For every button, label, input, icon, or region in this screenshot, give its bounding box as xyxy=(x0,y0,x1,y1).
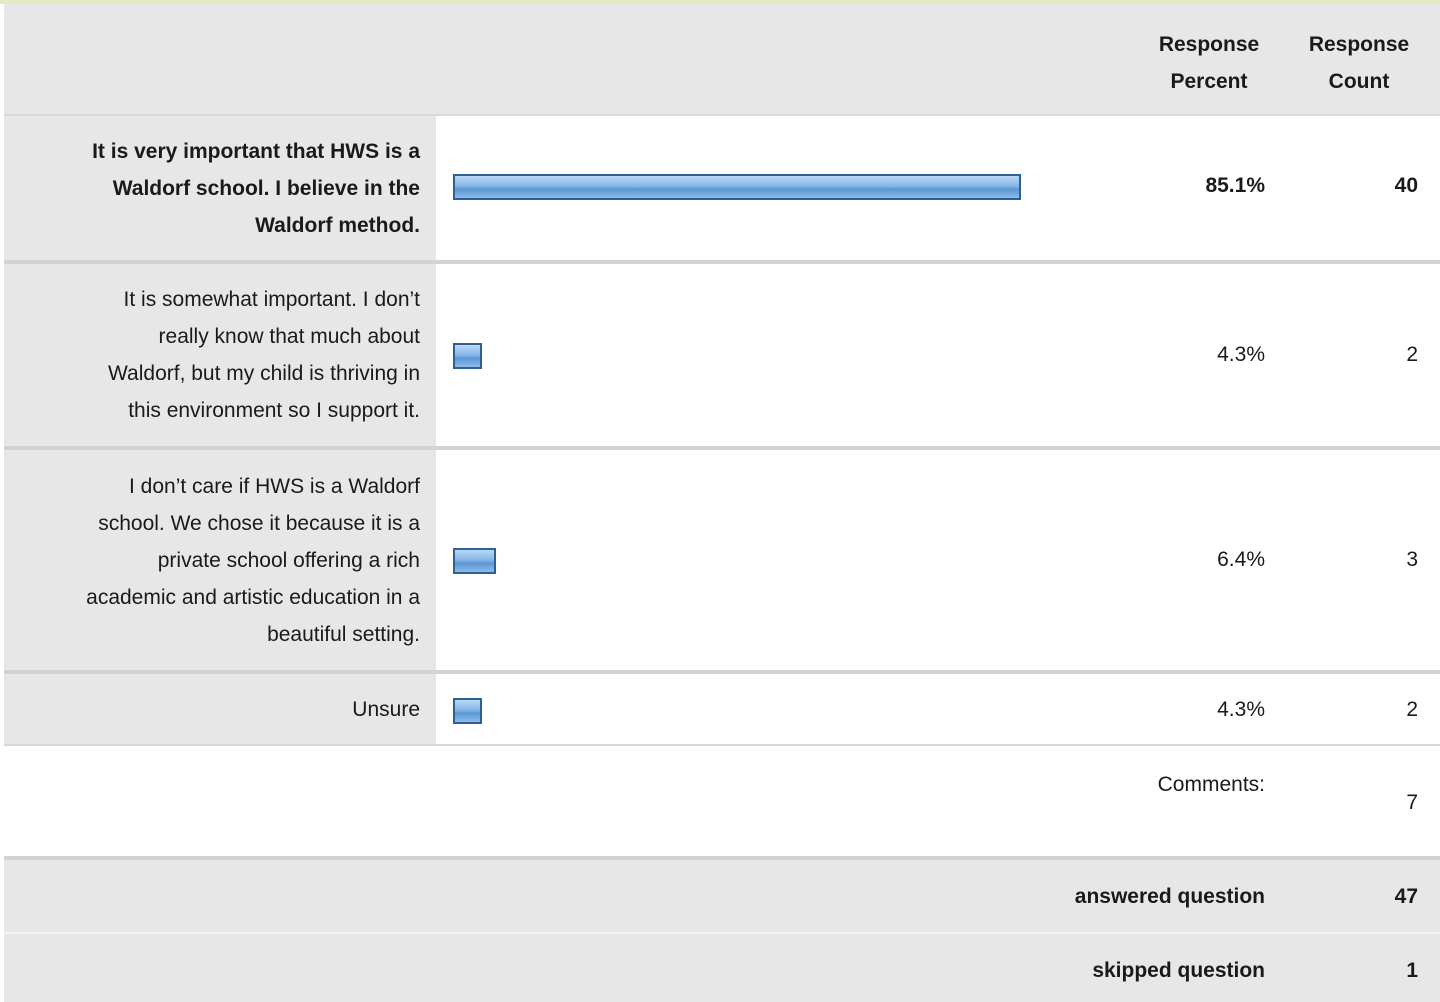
response-percent-header: Response Percent xyxy=(1158,33,1260,93)
answer-label: I don’t care if HWS is a Waldorf school.… xyxy=(86,474,420,646)
answered-question-row: answered question 47 xyxy=(4,860,1440,932)
bar-cell: 4.3% 2 xyxy=(436,264,1440,446)
bar-cell: 85.1% 40 xyxy=(436,116,1440,260)
response-count: 2 xyxy=(1406,698,1418,721)
response-count-header: Response Count xyxy=(1308,33,1410,93)
answer-row: It is somewhat important. I don’t really… xyxy=(4,264,1440,446)
response-bar xyxy=(453,174,1021,200)
answer-row: It is very important that HWS is a Waldo… xyxy=(4,116,1440,260)
answer-label: It is somewhat important. I don’t really… xyxy=(108,288,420,422)
skipped-question-row: skipped question 1 xyxy=(4,934,1440,1002)
response-count: 40 xyxy=(1394,174,1418,197)
response-percent: 6.4% xyxy=(1217,548,1265,571)
answer-label: It is very important that HWS is a Waldo… xyxy=(92,139,420,237)
response-count: 3 xyxy=(1406,548,1418,571)
response-bar xyxy=(453,343,482,369)
answered-question-count: 47 xyxy=(1394,885,1418,908)
response-percent: 4.3% xyxy=(1217,343,1265,366)
response-percent: 85.1% xyxy=(1205,174,1265,197)
answer-label: Unsure xyxy=(352,697,420,721)
table-header: Response Percent Response Count xyxy=(4,4,1440,114)
response-percent: 4.3% xyxy=(1217,698,1265,721)
response-bar xyxy=(453,548,496,574)
bar-cell: 6.4% 3 xyxy=(436,450,1440,670)
response-count: 2 xyxy=(1406,343,1418,366)
comments-count: 7 xyxy=(1406,791,1418,814)
skipped-question-count: 1 xyxy=(1406,959,1418,982)
comments-label: Comments: xyxy=(1157,773,1265,796)
answer-row: I don’t care if HWS is a Waldorf school.… xyxy=(4,450,1440,670)
comments-row: Comments: 7 xyxy=(4,746,1440,856)
answered-question-label: answered question xyxy=(1074,885,1265,908)
answer-row: Unsure 4.3% 2 xyxy=(4,674,1440,744)
bar-cell: 4.3% 2 xyxy=(436,674,1440,744)
skipped-question-label: skipped question xyxy=(1092,959,1265,982)
response-bar xyxy=(453,698,482,724)
